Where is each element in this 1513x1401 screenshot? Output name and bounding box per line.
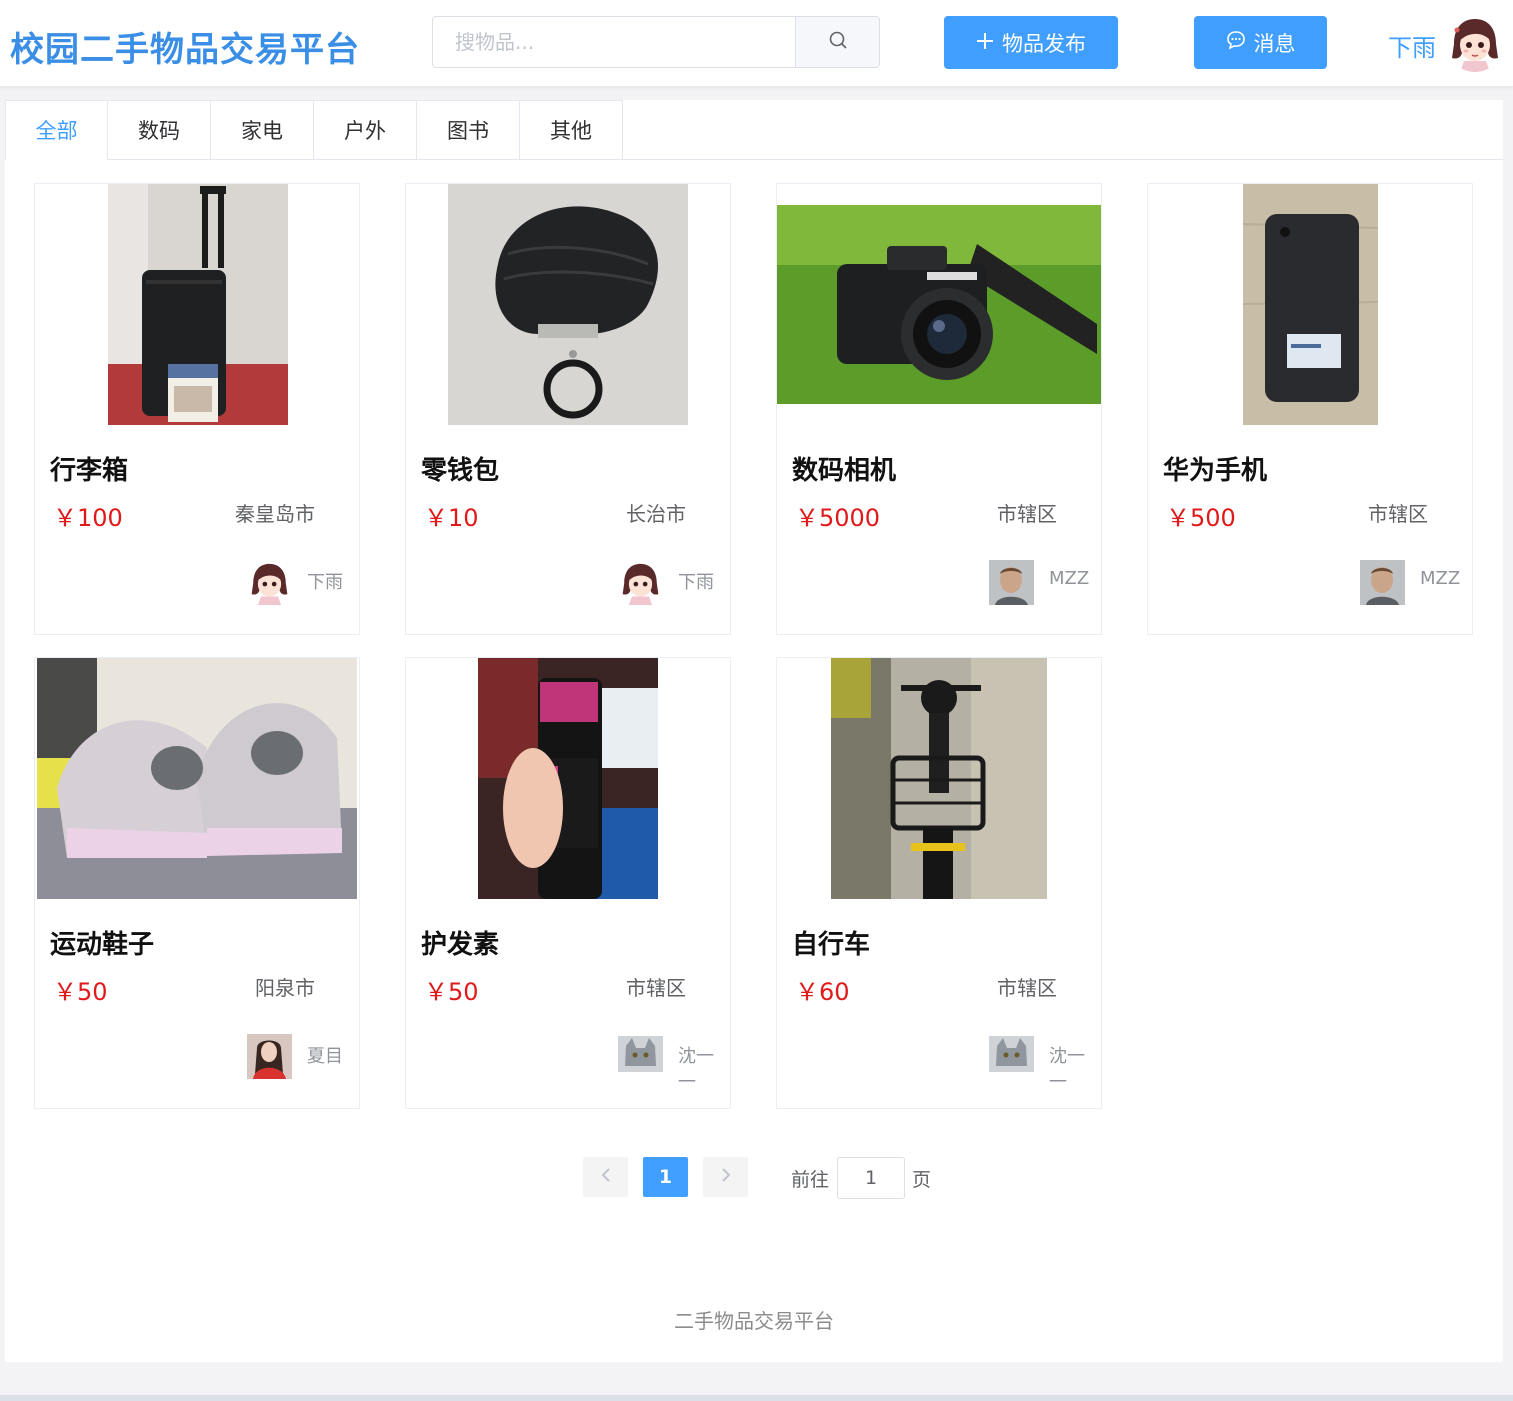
item-image-bicycle[interactable] [831,658,1047,899]
item-title[interactable]: 零钱包 [421,450,499,487]
item-title[interactable]: 自行车 [792,924,870,961]
tab-appliances[interactable]: 家电 [211,100,314,160]
seller-name: 沈一一 [1049,1046,1085,1093]
tab-all-label: 全部 [35,119,78,143]
item-image-conditioner[interactable] [478,658,658,899]
tab-books-label: 图书 [447,119,489,143]
current-user-avatar[interactable] [1446,14,1504,72]
item-card[interactable]: 自行车 ￥60 市辖区 沈一一 [776,657,1102,1109]
tab-outdoor[interactable]: 户外 [314,100,417,160]
main-content: 全部 数码 家电 户外 图书 其他 行李箱 ￥100 秦皇岛市 下雨 零钱包 ￥… [5,100,1503,1362]
item-image-purse[interactable] [448,184,688,425]
tab-digital[interactable]: 数码 [108,100,211,160]
item-card[interactable]: 数码相机 ￥5000 市辖区 MZZ [776,183,1102,635]
current-user-name[interactable]: 下雨 [1388,28,1436,63]
prev-page-button[interactable] [583,1157,628,1197]
item-price: ￥10 [424,504,479,532]
chevron-right-icon [720,1167,732,1188]
seller-name: 沈一一 [678,1046,714,1093]
item-location: 市辖区 [997,976,1057,1000]
item-card[interactable]: 护发素 ￥50 市辖区 沈一一 [405,657,731,1109]
messages-button[interactable]: 消息 [1194,16,1327,69]
site-logo-title[interactable]: 校园二手物品交易平台 [10,22,360,71]
publish-item-label: 物品发布 [1002,31,1086,56]
plus-icon [976,31,994,55]
item-location: 秦皇岛市 [235,502,315,526]
bottom-scroll-edge [0,1395,1513,1401]
next-page-button[interactable] [703,1157,748,1197]
seller-avatar [247,560,292,605]
seller-avatar [989,1036,1034,1072]
item-card[interactable]: 零钱包 ￥10 长治市 下雨 [405,183,731,635]
search-box [432,16,880,68]
tab-appliances-label: 家电 [241,119,283,143]
item-image-phone[interactable] [1243,184,1378,425]
item-image-camera[interactable] [777,184,1101,425]
tab-other[interactable]: 其他 [520,100,623,160]
page-suffix-label: 页 [912,1169,932,1191]
item-title[interactable]: 华为手机 [1163,450,1267,487]
goto-label: 前往 [791,1169,830,1191]
item-card[interactable]: 运动鞋子 ￥50 阳泉市 夏目 [34,657,360,1109]
goto-page-input[interactable] [837,1157,905,1199]
seller-name: MZZ [1420,568,1461,589]
seller-avatar [247,1034,292,1079]
search-input[interactable] [433,17,797,67]
seller-avatar [618,560,663,605]
search-button[interactable] [795,17,879,67]
chat-bubble-icon [1226,30,1246,55]
item-location: 市辖区 [1368,502,1428,526]
footer-text: 二手物品交易平台 [674,1309,834,1333]
category-tabs: 全部 数码 家电 户外 图书 其他 [5,100,1503,160]
item-price: ￥5000 [795,504,881,532]
page-number-current[interactable]: 1 [643,1157,688,1197]
seller-name: MZZ [1049,568,1090,589]
tab-books[interactable]: 图书 [417,100,520,160]
top-header: 校园二手物品交易平台 物品发布 消息 下雨 [0,0,1513,87]
item-price: ￥60 [795,978,850,1006]
item-price: ￥50 [53,978,108,1006]
publish-item-button[interactable]: 物品发布 [944,16,1118,69]
seller-name: 夏目 [307,1046,343,1067]
tab-digital-label: 数码 [138,119,180,143]
item-title[interactable]: 运动鞋子 [50,924,154,961]
tab-all[interactable]: 全部 [5,100,108,160]
item-location: 阳泉市 [255,976,315,1000]
item-title[interactable]: 行李箱 [50,450,128,487]
seller-name: 下雨 [307,572,343,593]
item-card[interactable]: 华为手机 ￥500 市辖区 MZZ [1147,183,1473,635]
seller-name: 下雨 [678,572,714,593]
search-icon [828,30,848,54]
item-price: ￥50 [424,978,479,1006]
item-title[interactable]: 数码相机 [792,450,896,487]
item-location: 长治市 [626,502,686,526]
chevron-left-icon [600,1167,612,1188]
item-price: ￥500 [1166,504,1236,532]
pagination: 1 前往 页 [5,1157,1503,1199]
item-location: 市辖区 [997,502,1057,526]
item-price: ￥100 [53,504,123,532]
item-card[interactable]: 行李箱 ￥100 秦皇岛市 下雨 [34,183,360,635]
seller-avatar [989,560,1034,605]
item-title[interactable]: 护发素 [421,924,499,961]
item-image-suitcase[interactable] [108,184,288,425]
seller-avatar [618,1036,663,1072]
tab-outdoor-label: 户外 [344,119,386,143]
seller-avatar [1360,560,1405,605]
tab-other-label: 其他 [550,119,592,143]
item-image-shoes[interactable] [37,658,357,899]
item-location: 市辖区 [626,976,686,1000]
messages-label: 消息 [1253,31,1296,56]
